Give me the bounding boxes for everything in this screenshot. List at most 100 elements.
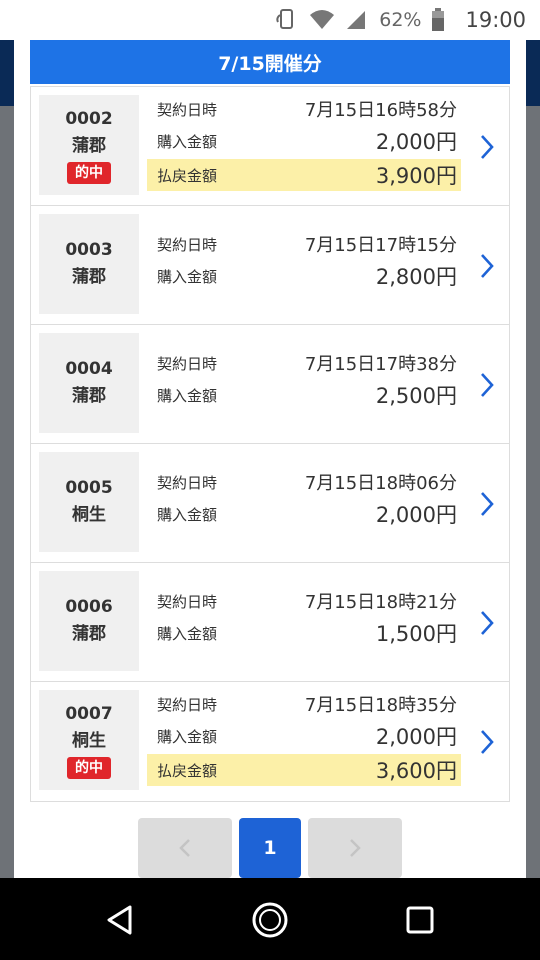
venue-name: 蒲郡 [72,386,106,406]
contract-row[interactable]: 0006 蒲郡 契約日時 7月15日18時21分 購入金額 1,500円 [31,563,509,682]
home-button[interactable] [248,898,292,942]
chevron-left-icon [179,839,190,857]
purchase-amount-value: 2,500円 [375,384,457,408]
row-detail-chevron[interactable] [475,444,499,563]
venue-name: 蒲郡 [72,267,106,287]
chevron-right-icon [481,610,494,635]
payout-amount-line: 払戻金額 3,900円 [147,159,461,191]
next-page-button[interactable] [308,818,402,878]
background-left-edge [0,106,14,878]
contract-time-value: 7月15日17時38分 [304,354,457,375]
payout-amount-value: 3,900円 [375,164,457,188]
purchase-amount-line: 購入金額 2,000円 [147,720,461,752]
purchase-amount-line: 購入金額 2,500円 [147,379,461,411]
contract-row[interactable]: 0003 蒲郡 契約日時 7月15日17時15分 購入金額 2,800円 [31,206,509,325]
row-detail-chevron[interactable] [475,325,499,444]
page-1-button[interactable]: 1 [239,818,301,878]
chevron-right-icon [350,839,361,857]
payout-amount-value: 3,600円 [375,759,457,783]
contract-time-label: 契約日時 [157,592,218,611]
contract-row[interactable]: 0007 桐生 的中 契約日時 7月15日18時35分 購入金額 2,000円 … [31,682,509,801]
purchase-amount-value: 2,000円 [375,725,457,749]
ticket-number: 0006 [65,597,113,617]
contract-time-label: 契約日時 [157,354,218,373]
purchase-amount-line: 購入金額 2,000円 [147,125,461,157]
nfc-icon [275,8,299,32]
contract-time-value: 7月15日18時35分 [304,695,457,716]
contract-time-line: 契約日時 7月15日18時35分 [147,688,461,720]
row-detail-chevron[interactable] [475,206,499,325]
ticket-id-box: 0002 蒲郡 的中 [39,95,139,195]
ticket-id-box: 0006 蒲郡 [39,571,139,671]
ticket-number: 0005 [65,478,113,498]
contract-time-line: 契約日時 7月15日18時06分 [147,466,461,498]
contract-time-value: 7月15日16時58分 [304,100,457,121]
purchase-amount-line: 購入金額 2,000円 [147,498,461,530]
hit-badge: 的中 [67,757,111,779]
signal-icon [345,9,367,31]
contract-time-line: 契約日時 7月15日17時15分 [147,228,461,260]
chevron-right-icon [481,491,494,516]
purchase-amount-label: 購入金額 [157,386,218,405]
background-right-edge [526,106,540,878]
ticket-id-box: 0007 桐生 的中 [39,690,139,790]
modal-title: 7/15開催分 [30,40,510,84]
contract-time-value: 7月15日17時15分 [304,235,457,256]
contract-time-value: 7月15日18時21分 [304,592,457,613]
purchase-amount-line: 購入金額 1,500円 [147,617,461,649]
contract-info: 契約日時 7月15日17時15分 購入金額 2,800円 [147,206,461,325]
venue-name: 桐生 [72,731,106,751]
purchase-amount-label: 購入金額 [157,132,218,151]
contract-time-line: 契約日時 7月15日18時21分 [147,585,461,617]
chevron-right-icon [481,253,494,278]
contract-info: 契約日時 7月15日18時21分 購入金額 1,500円 [147,563,461,682]
chevron-right-icon [481,729,494,754]
venue-name: 蒲郡 [72,624,106,644]
purchase-amount-value: 1,500円 [375,622,457,646]
contract-row[interactable]: 0002 蒲郡 的中 契約日時 7月15日16時58分 購入金額 2,000円 … [31,87,509,206]
recents-icon [406,906,434,934]
row-detail-chevron[interactable] [475,563,499,682]
purchase-amount-label: 購入金額 [157,727,218,746]
recents-button[interactable] [398,898,442,942]
battery-percent: 62% [379,9,422,31]
purchase-amount-label: 購入金額 [157,267,218,286]
ticket-id-box: 0004 蒲郡 [39,333,139,433]
contract-time-label: 契約日時 [157,473,218,492]
clock: 19:00 [465,8,526,32]
contract-time-line: 契約日時 7月15日17時38分 [147,347,461,379]
contract-time-label: 契約日時 [157,695,218,714]
payout-amount-label: 払戻金額 [157,761,218,780]
row-detail-chevron[interactable] [475,682,499,801]
purchase-amount-label: 購入金額 [157,624,218,643]
purchase-amount-label: 購入金額 [157,505,218,524]
prev-page-button[interactable] [138,818,232,878]
contract-time-label: 契約日時 [157,235,218,254]
contract-row[interactable]: 0004 蒲郡 契約日時 7月15日17時38分 購入金額 2,500円 [31,325,509,444]
contract-list: 0002 蒲郡 的中 契約日時 7月15日16時58分 購入金額 2,000円 … [30,86,510,802]
contract-time-label: 契約日時 [157,100,218,119]
chevron-right-icon [481,372,494,397]
ticket-number: 0004 [65,359,113,379]
contract-time-line: 契約日時 7月15日16時58分 [147,93,461,125]
purchase-amount-value: 2,000円 [375,503,457,527]
ticket-id-box: 0003 蒲郡 [39,214,139,314]
purchase-amount-value: 2,800円 [375,265,457,289]
wifi-icon [309,9,335,31]
system-nav-bar [0,878,540,960]
contract-row[interactable]: 0005 桐生 契約日時 7月15日18時06分 購入金額 2,000円 [31,444,509,563]
back-icon [107,905,132,935]
ticket-number: 0003 [65,240,113,260]
contract-info: 契約日時 7月15日17時38分 購入金額 2,500円 [147,325,461,444]
payout-amount-label: 払戻金額 [157,166,218,185]
venue-name: 桐生 [72,505,106,525]
hit-badge: 的中 [67,162,111,184]
venue-name: 蒲郡 [72,136,106,156]
ticket-id-box: 0005 桐生 [39,452,139,552]
row-detail-chevron[interactable] [475,87,499,206]
status-bar: 62% 19:00 [0,0,540,40]
home-icon [252,902,288,938]
back-button[interactable] [98,898,142,942]
ticket-number: 0007 [65,704,113,724]
chevron-right-icon [481,134,494,159]
